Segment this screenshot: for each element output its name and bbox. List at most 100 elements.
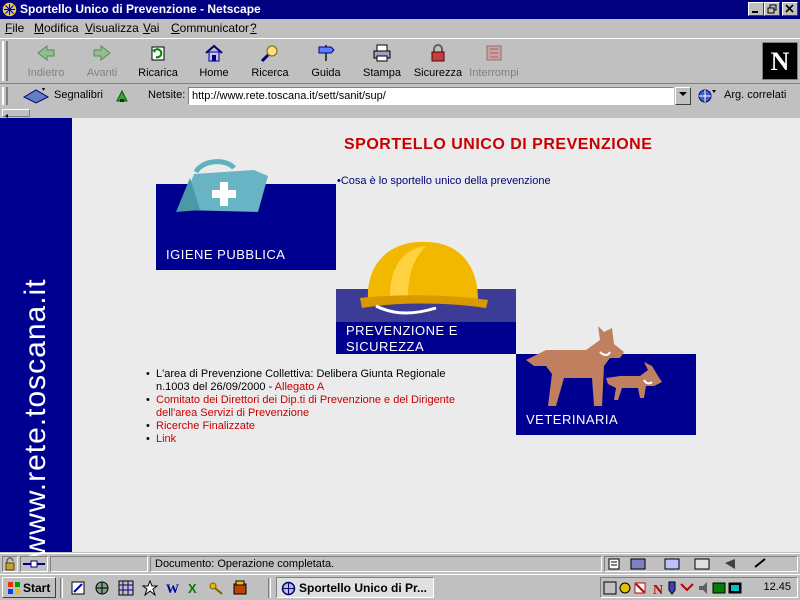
netscape-app-icon <box>2 2 17 17</box>
comitato-link[interactable]: Comitato dei Direttori dei Dip.ti di Pre… <box>156 394 455 406</box>
delibera-text: L'area di Prevenzione Collettiva: Delibe… <box>156 368 446 380</box>
frame-strip <box>0 108 800 118</box>
hard-hat-icon <box>360 241 488 315</box>
taskbar-separator <box>268 578 271 598</box>
tile-prevenzione-sicurezza[interactable]: PREVENZIONE E SICUREZZA <box>336 322 516 354</box>
list-item: • Comitato dei Direttori dei Dip.ti di P… <box>146 394 516 420</box>
home-icon <box>205 44 223 62</box>
home-button[interactable]: Home <box>188 41 240 83</box>
menu-vai[interactable]: Vai <box>143 21 159 35</box>
tile-prevenzione-label-1: PREVENZIONE E <box>346 323 458 338</box>
bullet: • <box>146 433 150 445</box>
svg-text:W: W <box>166 581 179 596</box>
quicklaunch-editor-icon[interactable] <box>70 580 86 596</box>
locationbar-grip[interactable] <box>2 87 8 105</box>
taskbar-item-label: Sportello Unico di Pr... <box>299 581 428 595</box>
tile-veterinaria-label: VETERINARIA <box>526 412 619 427</box>
navigation-toolbar: Indietro Avanti Ricarica Home Ricerca Gu… <box>0 38 800 84</box>
bullet: • <box>146 394 150 406</box>
window-titlebar[interactable]: Sportello Unico di Prevenzione - Netscap… <box>0 0 800 19</box>
reload-button[interactable]: Ricarica <box>132 41 184 83</box>
restore-button[interactable] <box>764 2 780 16</box>
tile-igiene-label: IGIENE PUBBLICA <box>166 247 286 262</box>
close-icon <box>785 4 794 13</box>
connection-status <box>20 556 48 572</box>
related-icon[interactable] <box>697 88 717 104</box>
menu-visualizza[interactable]: Visualizza <box>85 21 139 35</box>
forward-arrow-icon <box>93 44 111 62</box>
stop-icon <box>486 45 502 61</box>
list-item: • L'area di Prevenzione Collettiva: Deli… <box>146 368 516 394</box>
restore-icon <box>767 4 777 14</box>
tile-prevenzione-label-2: SICUREZZA <box>346 339 425 354</box>
bookmarks-label[interactable]: Segnalibri <box>54 89 103 101</box>
quicklaunch-key-icon[interactable] <box>208 580 224 596</box>
print-button[interactable]: Stampa <box>356 41 408 83</box>
security-button[interactable]: Sicurezza <box>412 41 464 83</box>
sidebar-site-url: www.rete.toscana.it <box>19 278 52 558</box>
toolbar-grip[interactable] <box>2 41 8 81</box>
collapse-tab[interactable] <box>2 109 30 118</box>
clock[interactable]: 12.45 <box>763 581 791 593</box>
first-aid-bag-icon <box>176 159 268 212</box>
guide-button[interactable]: Guida <box>300 41 352 83</box>
search-icon <box>260 45 278 63</box>
component-bar <box>604 556 798 572</box>
status-bar: Documento: Operazione completata. <box>0 553 800 573</box>
windows-taskbar: Start W X Sportello Unico di Pr... N 12.… <box>0 574 800 600</box>
quicklaunch-star-icon[interactable] <box>142 580 158 596</box>
padlock-open-icon <box>5 557 15 571</box>
taskbar-separator <box>60 578 63 598</box>
close-button[interactable] <box>782 2 798 16</box>
svg-text:X: X <box>188 581 197 596</box>
start-button[interactable]: Start <box>2 577 56 598</box>
bullet: • <box>146 420 150 432</box>
minimize-button[interactable] <box>748 2 764 16</box>
menu-help[interactable]: ? <box>250 21 257 35</box>
quicklaunch-network-icon[interactable] <box>94 580 110 596</box>
netscape-task-icon <box>281 581 296 596</box>
list-item: • Ricerche Finalizzate <box>146 420 516 433</box>
allegato-a-link[interactable]: Allegato A <box>275 381 325 393</box>
quicklaunch-grid-icon[interactable] <box>118 580 134 596</box>
quicklaunch-word-icon[interactable]: W <box>164 580 180 596</box>
page-title: SPORTELLO UNICO DI PREVENZIONE <box>344 136 653 153</box>
start-label: Start <box>23 581 51 595</box>
chevron-down-icon <box>679 92 687 96</box>
search-button[interactable]: Ricerca <box>244 41 296 83</box>
menu-modifica[interactable]: Modifica <box>34 21 79 35</box>
quicklaunch-excel-icon[interactable]: X <box>186 580 202 596</box>
tray-icons[interactable]: N <box>603 580 753 596</box>
security-status[interactable] <box>2 556 18 572</box>
ricerche-link[interactable]: Ricerche Finalizzate <box>156 420 255 432</box>
system-tray: N 12.45 <box>600 577 798 598</box>
window-title: Sportello Unico di Prevenzione - Netscap… <box>20 2 261 16</box>
stop-button[interactable]: Interrompi <box>468 41 520 83</box>
dogs-icon <box>526 326 662 406</box>
lock-icon <box>431 44 445 62</box>
back-button[interactable]: Indietro <box>20 41 72 83</box>
svg-text:N: N <box>653 583 663 596</box>
quicklaunch-paint-icon[interactable] <box>232 580 248 596</box>
list-item: • Link <box>146 433 516 446</box>
bookmarks-icon[interactable] <box>22 87 50 105</box>
link-link[interactable]: Link <box>156 433 176 445</box>
url-input[interactable]: http://www.rete.toscana.it/sett/sanit/su… <box>188 87 674 105</box>
related-label[interactable]: Arg. correlati <box>724 89 786 101</box>
bullet: • <box>146 368 150 380</box>
intro-link[interactable]: Cosa è lo sportello unico della prevenzi… <box>341 175 551 187</box>
back-arrow-icon <box>37 44 55 62</box>
status-text: Documento: Operazione completata. <box>150 556 602 572</box>
forward-button[interactable]: Avanti <box>76 41 128 83</box>
location-bar: Segnalibri Netsite: http://www.rete.tosc… <box>0 85 800 107</box>
site-sidebar: www.rete.toscana.it <box>0 118 72 558</box>
netscape-logo[interactable]: N <box>762 42 798 80</box>
reload-icon <box>151 46 165 61</box>
taskbar-item-netscape[interactable]: Sportello Unico di Pr... <box>276 577 434 598</box>
intro-link-item[interactable]: •Cosa è lo sportello unico della prevenz… <box>337 175 551 187</box>
url-dropdown-button[interactable] <box>675 87 691 105</box>
page-proxy-icon[interactable] <box>114 88 130 104</box>
comitato-link-line2[interactable]: dell'area Servizi di Prevenzione <box>156 407 309 419</box>
menu-file[interactable]: File <box>5 21 24 35</box>
menu-communicator[interactable]: Communicator <box>171 21 249 35</box>
